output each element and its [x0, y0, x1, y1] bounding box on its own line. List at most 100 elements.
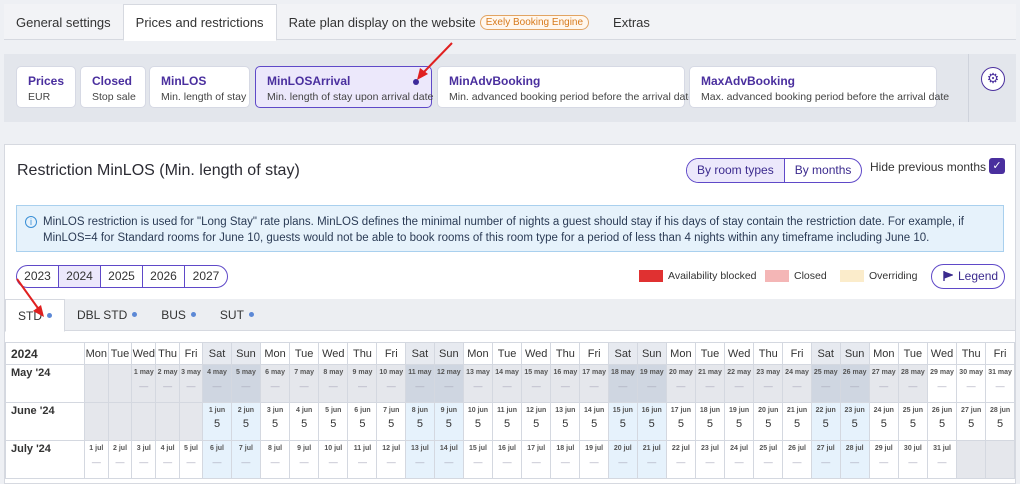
day-cell[interactable]: 6 jun 5: [347, 402, 378, 441]
day-cell[interactable]: 5 jun 5: [318, 402, 349, 441]
day-cell[interactable]: 17 may —: [579, 364, 609, 403]
day-cell[interactable]: 23 may —: [753, 364, 784, 403]
day-cell[interactable]: 21 jun 5: [782, 402, 812, 441]
day-cell[interactable]: 9 jul —: [289, 440, 320, 479]
day-cell[interactable]: 26 may —: [839, 364, 870, 403]
day-cell[interactable]: 22 jul —: [665, 440, 696, 479]
day-cell[interactable]: 1 may —: [131, 364, 157, 403]
tab-general-settings[interactable]: General settings: [4, 4, 123, 40]
day-cell[interactable]: 10 jul —: [318, 440, 349, 479]
day-cell[interactable]: 18 jul —: [550, 440, 581, 479]
day-cell[interactable]: 8 may —: [318, 364, 349, 403]
legend-button[interactable]: Legend: [931, 264, 1005, 289]
day-cell[interactable]: 30 jul —: [897, 440, 928, 479]
day-cell[interactable]: 2 may —: [155, 364, 180, 403]
day-cell[interactable]: 9 may —: [347, 364, 378, 403]
day-cell[interactable]: 22 jun 5: [810, 402, 841, 441]
day-cell[interactable]: 21 may —: [694, 364, 725, 403]
day-cell[interactable]: 26 jun 5: [926, 402, 958, 441]
year-2026[interactable]: 2026: [143, 266, 185, 287]
day-cell[interactable]: 31 may —: [985, 364, 1015, 403]
day-cell[interactable]: 4 jun 5: [289, 402, 320, 441]
by-months-button[interactable]: By months: [785, 159, 862, 182]
day-cell[interactable]: 26 jul —: [782, 440, 812, 479]
day-cell[interactable]: 25 may —: [810, 364, 841, 403]
room-tab-sut[interactable]: SUT: [208, 299, 266, 330]
day-cell[interactable]: 6 may —: [259, 364, 291, 403]
day-cell[interactable]: 16 jul —: [492, 440, 523, 479]
room-tab-bus[interactable]: BUS: [149, 299, 208, 330]
day-cell[interactable]: 12 jun 5: [521, 402, 552, 441]
tab-extras[interactable]: Extras: [601, 4, 662, 40]
card-minlos[interactable]: MinLOS Min. length of stay: [149, 66, 250, 108]
day-cell[interactable]: 13 jul —: [405, 440, 435, 479]
day-cell[interactable]: 16 may —: [550, 364, 581, 403]
day-cell[interactable]: 6 jul —: [202, 440, 232, 479]
day-cell[interactable]: 31 jul —: [926, 440, 958, 479]
year-2023[interactable]: 2023: [17, 266, 59, 287]
day-cell[interactable]: 17 jun 5: [665, 402, 696, 441]
day-cell[interactable]: 7 jun 5: [376, 402, 407, 441]
card-minlosarrival[interactable]: MinLOSArrival Min. length of stay upon a…: [255, 66, 433, 108]
day-cell[interactable]: 14 may —: [492, 364, 523, 403]
day-cell[interactable]: 7 jul —: [230, 440, 261, 479]
day-cell[interactable]: 23 jun 5: [839, 402, 870, 441]
day-cell[interactable]: 11 may —: [405, 364, 435, 403]
day-cell[interactable]: 12 may —: [433, 364, 464, 403]
day-cell[interactable]: 2 jul —: [107, 440, 133, 479]
day-cell[interactable]: 20 jun 5: [753, 402, 784, 441]
day-cell[interactable]: 29 may —: [926, 364, 958, 403]
day-cell[interactable]: 2 jun 5: [230, 402, 261, 441]
day-cell[interactable]: 13 jun 5: [550, 402, 581, 441]
day-cell[interactable]: 14 jul —: [433, 440, 464, 479]
day-cell[interactable]: 10 jun 5: [462, 402, 494, 441]
day-cell[interactable]: 7 may —: [289, 364, 320, 403]
card-minadvbooking[interactable]: MinAdvBooking Min. advanced booking peri…: [437, 66, 694, 108]
card-prices[interactable]: Prices EUR: [16, 66, 76, 108]
day-cell[interactable]: 24 jul —: [723, 440, 755, 479]
day-cell[interactable]: 27 jul —: [810, 440, 841, 479]
day-cell[interactable]: 29 jul —: [868, 440, 899, 479]
tab-prices-and-restrictions[interactable]: Prices and restrictions: [122, 4, 277, 41]
day-cell[interactable]: 22 may —: [723, 364, 755, 403]
day-cell[interactable]: 12 jul —: [376, 440, 407, 479]
day-cell[interactable]: 15 jun 5: [607, 402, 638, 441]
card-closed[interactable]: Closed Stop sale: [80, 66, 146, 108]
year-2025[interactable]: 2025: [101, 266, 143, 287]
day-cell[interactable]: 18 may —: [607, 364, 638, 403]
hide-previous-months-checkbox[interactable]: ✓: [989, 158, 1005, 174]
day-cell[interactable]: 18 jun 5: [694, 402, 725, 441]
day-cell[interactable]: 15 jul —: [462, 440, 494, 479]
day-cell[interactable]: 8 jun 5: [405, 402, 435, 441]
day-cell[interactable]: 23 jul —: [694, 440, 725, 479]
day-cell[interactable]: 19 jul —: [579, 440, 609, 479]
tab-rate-plan-display[interactable]: Rate plan display on the website Exely Bo…: [277, 4, 601, 40]
by-room-types-button[interactable]: By room types: [687, 159, 785, 182]
day-cell[interactable]: 10 may —: [376, 364, 407, 403]
year-2024[interactable]: 2024: [59, 266, 101, 287]
day-cell[interactable]: 19 jun 5: [723, 402, 755, 441]
day-cell[interactable]: 25 jul —: [753, 440, 784, 479]
day-cell[interactable]: 11 jul —: [347, 440, 378, 479]
day-cell[interactable]: 28 jun 5: [985, 402, 1015, 441]
room-tab-dbl-std[interactable]: DBL STD: [65, 299, 149, 330]
day-cell[interactable]: 3 jun 5: [259, 402, 291, 441]
day-cell[interactable]: 8 jul —: [259, 440, 291, 479]
day-cell[interactable]: 30 may —: [956, 364, 987, 403]
day-cell[interactable]: 24 jun 5: [868, 402, 899, 441]
room-tab-std[interactable]: STD: [5, 299, 65, 332]
day-cell[interactable]: 15 may —: [521, 364, 552, 403]
day-cell[interactable]: 1 jun 5: [202, 402, 232, 441]
day-cell[interactable]: 14 jun 5: [579, 402, 609, 441]
day-cell[interactable]: 11 jun 5: [492, 402, 523, 441]
day-cell[interactable]: 1 jul —: [83, 440, 109, 479]
day-cell[interactable]: 28 jul —: [839, 440, 870, 479]
day-cell[interactable]: 5 jul —: [178, 440, 204, 479]
day-cell[interactable]: 20 jul —: [607, 440, 638, 479]
day-cell[interactable]: 4 jul —: [155, 440, 180, 479]
day-cell[interactable]: 3 may —: [178, 364, 204, 403]
day-cell[interactable]: 19 may —: [636, 364, 667, 403]
card-maxadvbooking[interactable]: MaxAdvBooking Max. advanced booking peri…: [689, 66, 949, 108]
year-2027[interactable]: 2027: [185, 266, 227, 287]
day-cell[interactable]: 5 may —: [230, 364, 261, 403]
